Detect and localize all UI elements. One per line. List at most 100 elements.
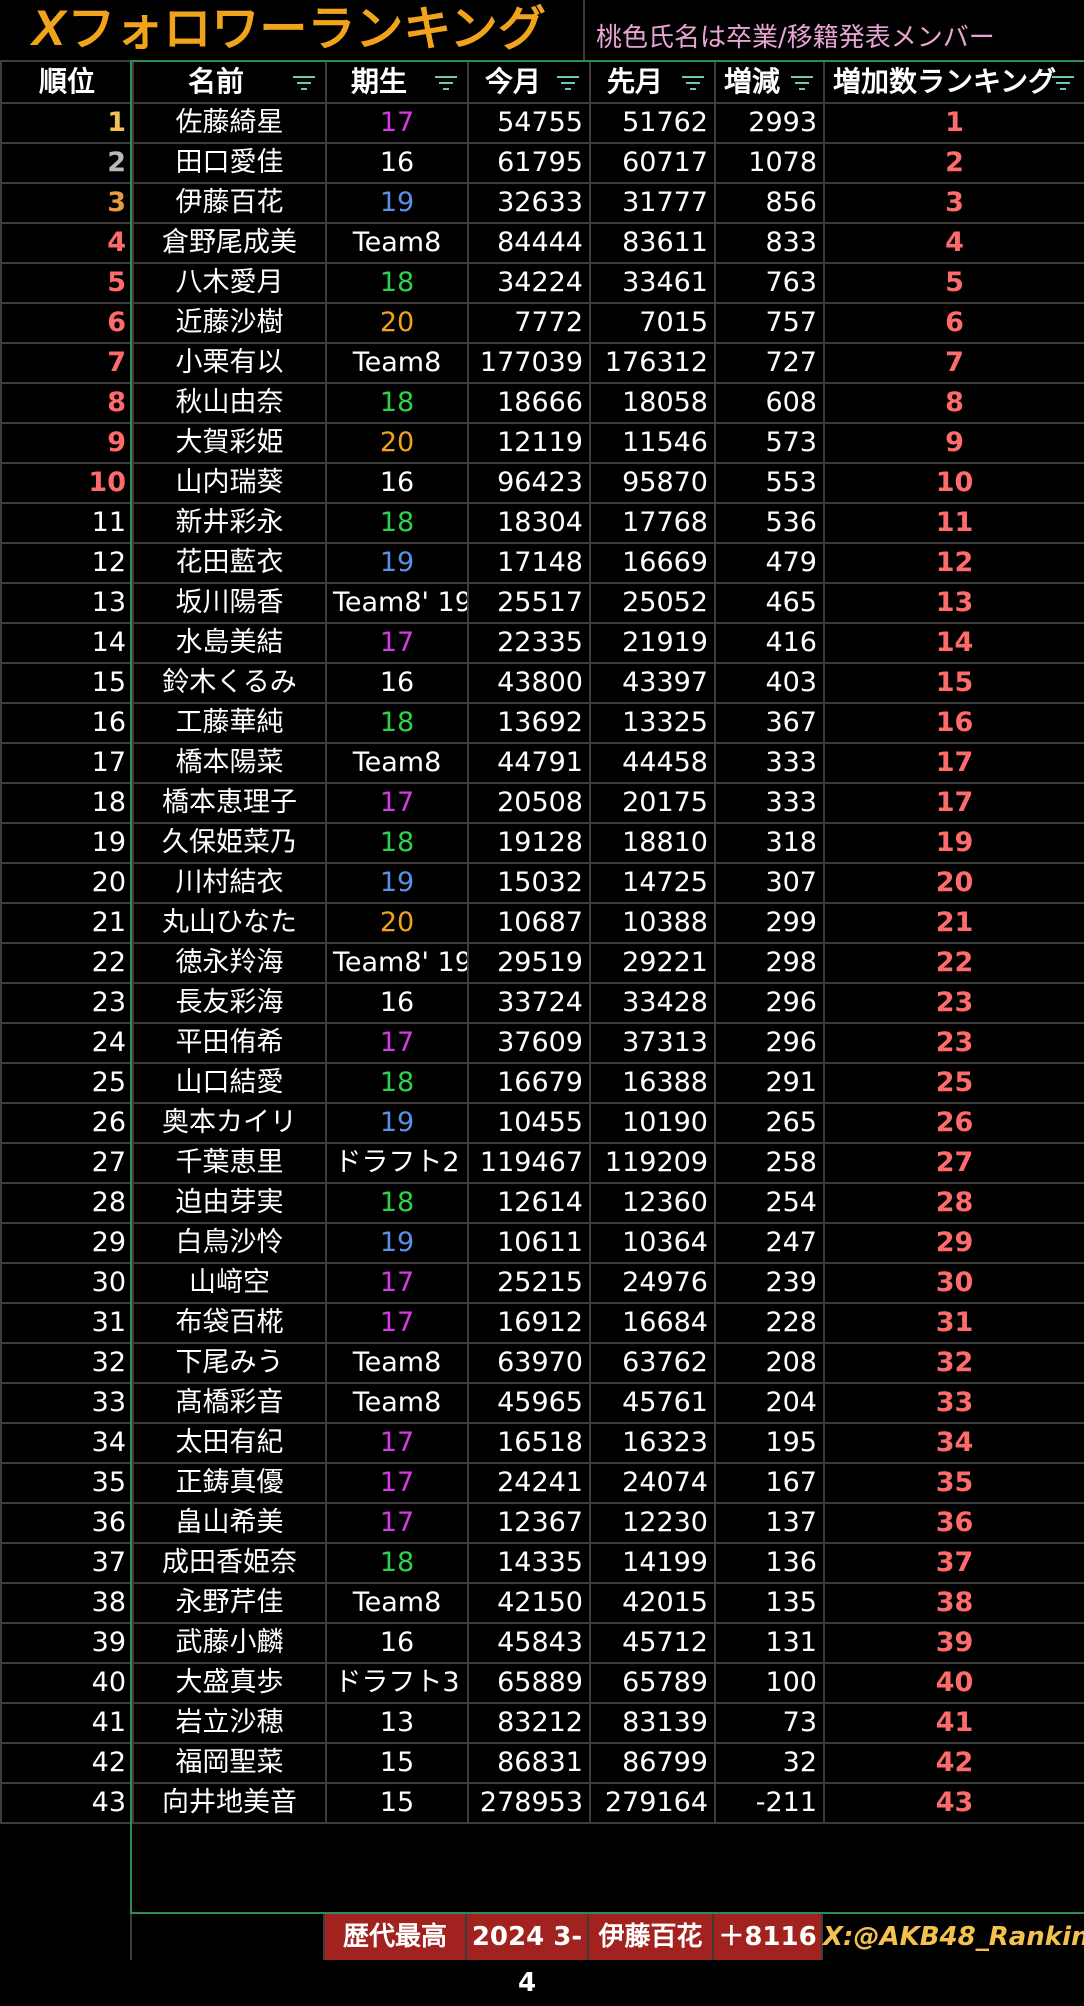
increase-rank-cell: 33 bbox=[823, 1382, 1084, 1424]
table-row: 1 佐藤綺星 17 54755 51762 2993 1 bbox=[0, 102, 1084, 144]
generation-cell: 18 bbox=[325, 702, 469, 744]
member-name-cell: 大賀彩姫 bbox=[132, 422, 327, 464]
filter-icon[interactable] bbox=[791, 76, 813, 92]
diff-cell: 2993 bbox=[714, 102, 825, 144]
filter-icon[interactable] bbox=[293, 76, 315, 92]
filter-icon[interactable] bbox=[557, 76, 579, 92]
previous-followers-cell: 37313 bbox=[589, 1022, 716, 1064]
previous-followers-cell: 18058 bbox=[589, 382, 716, 424]
member-name-cell: 新井彩永 bbox=[132, 502, 327, 544]
generation-cell: 17 bbox=[325, 1422, 469, 1464]
diff-cell: 757 bbox=[714, 302, 825, 344]
generation-cell: 17 bbox=[325, 1262, 469, 1304]
previous-followers-cell: 60717 bbox=[589, 142, 716, 184]
member-name-cell: 平田侑希 bbox=[132, 1022, 327, 1064]
diff-cell: 608 bbox=[714, 382, 825, 424]
current-followers-cell: 45843 bbox=[467, 1622, 591, 1664]
record-footer: 歴代最高 2024 3-4 伊藤百花 ＋8116 X:@AKB48_Rankin… bbox=[0, 1914, 1084, 1998]
current-followers-cell: 43800 bbox=[467, 662, 591, 704]
generation-cell: 18 bbox=[325, 262, 469, 304]
generation-cell: 18 bbox=[325, 822, 469, 864]
rank-cell: 16 bbox=[0, 702, 134, 744]
current-followers-cell: 16518 bbox=[467, 1422, 591, 1464]
header-rank: 順位 bbox=[0, 60, 134, 104]
generation-cell: 16 bbox=[325, 1622, 469, 1664]
generation-cell: Team8 bbox=[325, 1582, 469, 1624]
diff-cell: 465 bbox=[714, 582, 825, 624]
current-followers-cell: 18304 bbox=[467, 502, 591, 544]
filter-icon[interactable] bbox=[1052, 76, 1074, 92]
member-name-cell: 小栗有以 bbox=[132, 342, 327, 384]
previous-followers-cell: 16388 bbox=[589, 1062, 716, 1104]
member-name-cell: 千葉恵里 bbox=[132, 1142, 327, 1184]
current-followers-cell: 25517 bbox=[467, 582, 591, 624]
increase-rank-cell: 19 bbox=[823, 822, 1084, 864]
header-previous-month[interactable]: 先月 bbox=[589, 60, 716, 104]
table-row: 37 成田香姫奈 18 14335 14199 136 37 bbox=[0, 1542, 1084, 1584]
previous-followers-cell: 13325 bbox=[589, 702, 716, 744]
generation-cell: 19 bbox=[325, 542, 469, 584]
generation-cell: Team8 bbox=[325, 1382, 469, 1424]
member-name-cell: 福岡聖菜 bbox=[132, 1742, 327, 1784]
ranking-table-body: 1 佐藤綺星 17 54755 51762 2993 1 2 田口愛佳 16 61795 60717 1… bbox=[0, 102, 1084, 1824]
diff-cell: 763 bbox=[714, 262, 825, 304]
current-followers-cell: 12367 bbox=[467, 1502, 591, 1544]
previous-followers-cell: 44458 bbox=[589, 742, 716, 784]
filter-icon[interactable] bbox=[435, 76, 457, 92]
table-row: 22 徳永羚海 Team8' 19 29519 29221 298 22 bbox=[0, 942, 1084, 984]
table-row: 2 田口愛佳 16 61795 60717 1078 2 bbox=[0, 142, 1084, 184]
current-followers-cell: 22335 bbox=[467, 622, 591, 664]
rank-cell: 13 bbox=[0, 582, 134, 624]
diff-cell: 32 bbox=[714, 1742, 825, 1784]
table-row: 31 布袋百椛 17 16912 16684 228 31 bbox=[0, 1302, 1084, 1344]
table-row: 3 伊藤百花 19 32633 31777 856 3 bbox=[0, 182, 1084, 224]
header-generation[interactable]: 期生 bbox=[325, 60, 469, 104]
diff-cell: -211 bbox=[714, 1782, 825, 1824]
diff-cell: 239 bbox=[714, 1262, 825, 1304]
rank-cell: 23 bbox=[0, 982, 134, 1024]
generation-cell: 20 bbox=[325, 302, 469, 344]
member-name-cell: 坂川陽香 bbox=[132, 582, 327, 624]
header-diff[interactable]: 増減 bbox=[714, 60, 825, 104]
current-followers-cell: 96423 bbox=[467, 462, 591, 504]
rank-cell: 22 bbox=[0, 942, 134, 984]
increase-rank-cell: 4 bbox=[823, 222, 1084, 264]
member-name-cell: 武藤小麟 bbox=[132, 1622, 327, 1664]
generation-cell: ドラフト3 bbox=[325, 1662, 469, 1704]
rank-cell: 32 bbox=[0, 1342, 134, 1384]
diff-cell: 318 bbox=[714, 822, 825, 864]
filter-icon[interactable] bbox=[682, 76, 704, 92]
increase-rank-cell: 12 bbox=[823, 542, 1084, 584]
diff-cell: 296 bbox=[714, 1022, 825, 1064]
generation-cell: 16 bbox=[325, 462, 469, 504]
table-row: 27 千葉恵里 ドラフト2 119467 119209 258 27 bbox=[0, 1142, 1084, 1184]
header-name-label: 名前 bbox=[188, 65, 245, 98]
generation-cell: 19 bbox=[325, 1222, 469, 1264]
rank-cell: 28 bbox=[0, 1182, 134, 1224]
increase-rank-cell: 31 bbox=[823, 1302, 1084, 1344]
member-name-cell: 鈴木くるみ bbox=[132, 662, 327, 704]
table-row: 34 太田有紀 17 16518 16323 195 34 bbox=[0, 1422, 1084, 1464]
member-name-cell: 倉野尾成美 bbox=[132, 222, 327, 264]
rank-cell: 14 bbox=[0, 622, 134, 664]
footer-empty-cell bbox=[0, 1914, 132, 1960]
current-followers-cell: 83212 bbox=[467, 1702, 591, 1744]
table-row: 28 迫由芽実 18 12614 12360 254 28 bbox=[0, 1182, 1084, 1224]
previous-followers-cell: 279164 bbox=[589, 1782, 716, 1824]
current-followers-cell: 15032 bbox=[467, 862, 591, 904]
table-row: 35 正鋳真優 17 24241 24074 167 35 bbox=[0, 1462, 1084, 1504]
table-row: 24 平田侑希 17 37609 37313 296 23 bbox=[0, 1022, 1084, 1064]
table-row: 8 秋山由奈 18 18666 18058 608 8 bbox=[0, 382, 1084, 424]
header-current-month[interactable]: 今月 bbox=[467, 60, 591, 104]
increase-rank-cell: 32 bbox=[823, 1342, 1084, 1384]
previous-followers-cell: 31777 bbox=[589, 182, 716, 224]
increase-rank-cell: 23 bbox=[823, 982, 1084, 1024]
page-title-text: フォロワーランキング bbox=[67, 1, 546, 57]
diff-cell: 536 bbox=[714, 502, 825, 544]
header-name[interactable]: 名前 bbox=[132, 60, 327, 104]
header-increase-ranking[interactable]: 増加数ランキング bbox=[823, 60, 1084, 104]
previous-followers-cell: 10388 bbox=[589, 902, 716, 944]
rank-cell: 38 bbox=[0, 1582, 134, 1624]
diff-cell: 856 bbox=[714, 182, 825, 224]
member-name-cell: 太田有紀 bbox=[132, 1422, 327, 1464]
